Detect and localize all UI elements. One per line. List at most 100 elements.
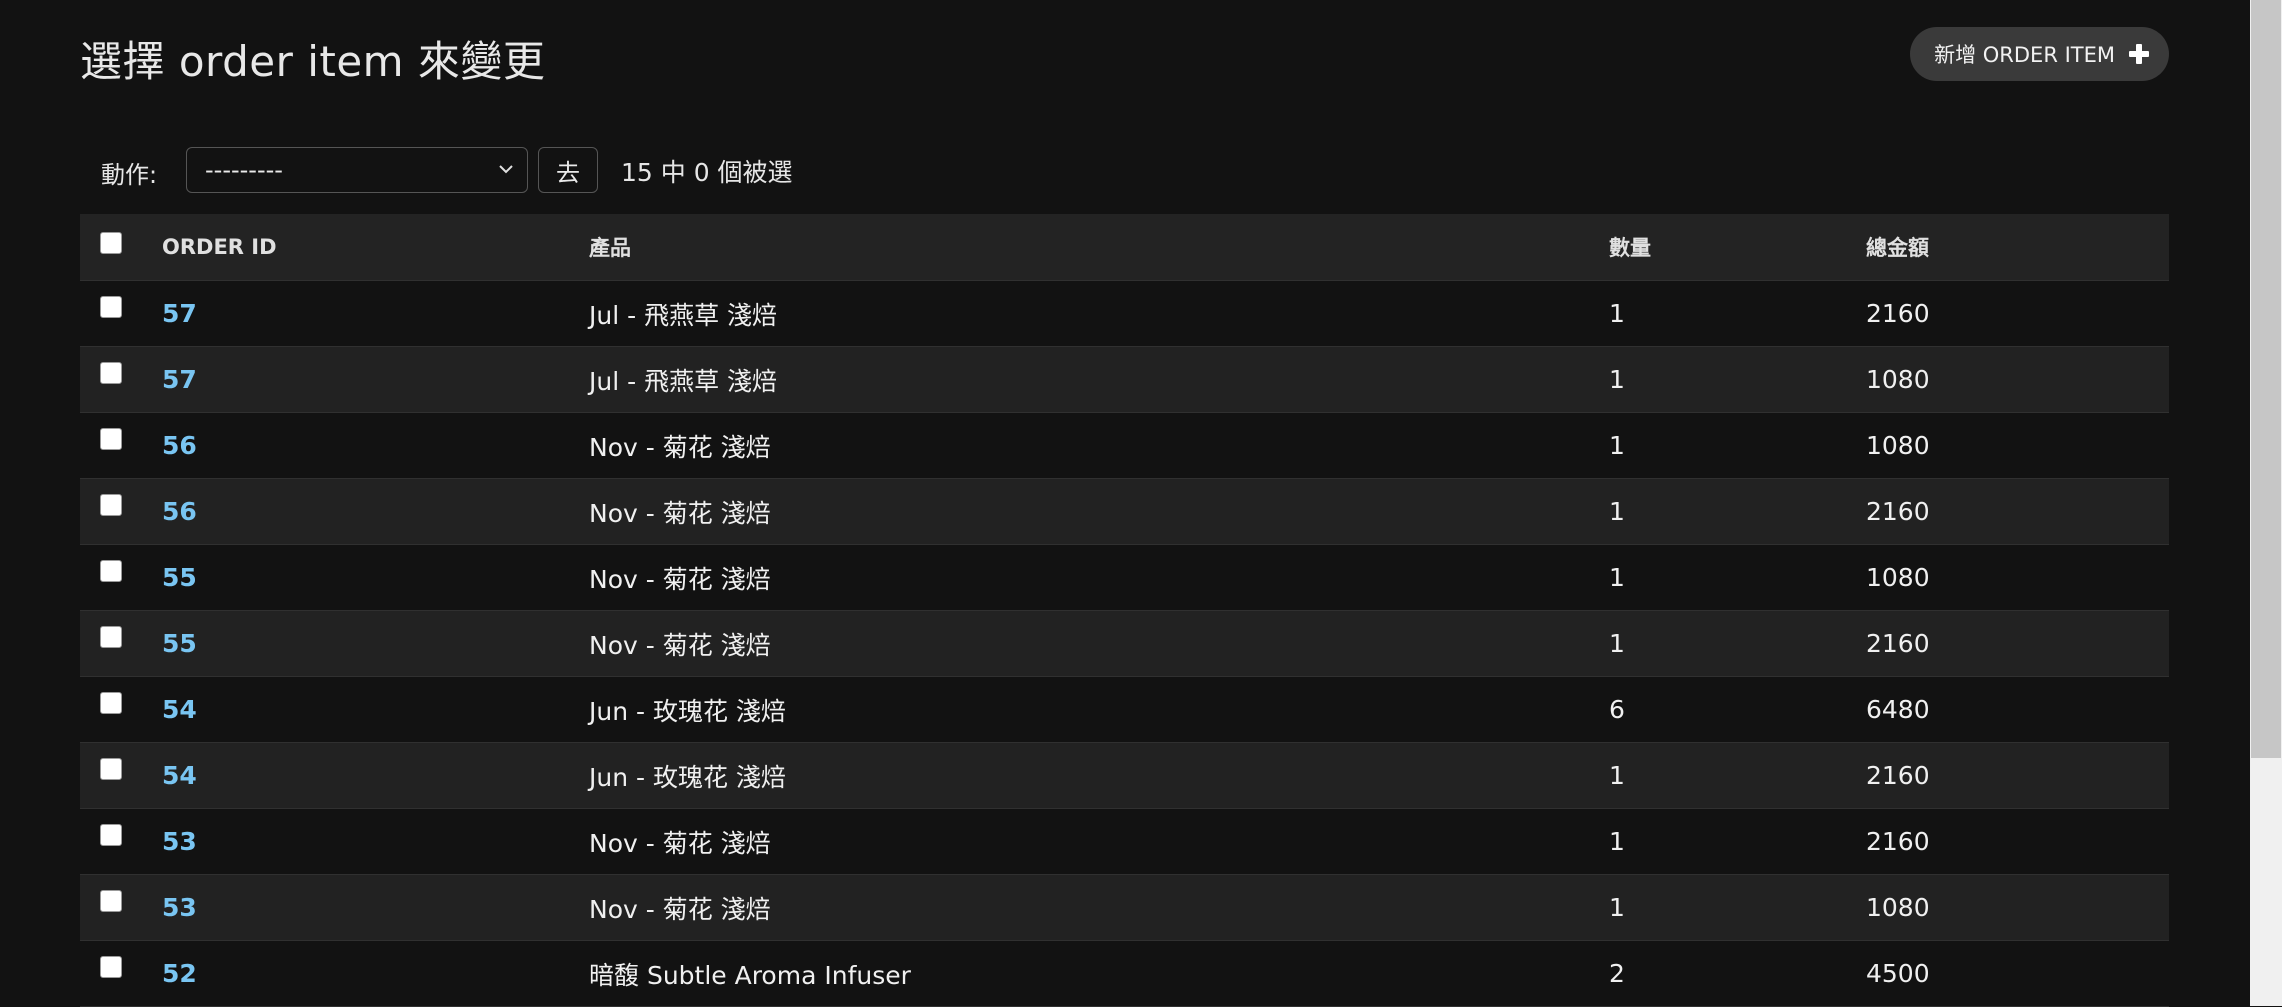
row-select-cell [80, 280, 162, 347]
table-row: 55 Nov - 菊花 淺焙 1 1080 [80, 544, 2169, 611]
total-cell: 2160 [1866, 280, 2169, 347]
action-select-value: --------- [205, 156, 283, 184]
quantity-cell: 1 [1609, 808, 1866, 875]
order-id-link[interactable]: 55 [162, 629, 197, 658]
total-cell: 2160 [1866, 478, 2169, 545]
product-cell: Jul - 飛燕草 淺焙 [589, 280, 1609, 347]
row-select-checkbox[interactable] [100, 956, 122, 978]
row-select-cell [80, 412, 162, 479]
quantity-cell: 1 [1609, 346, 1866, 413]
order-id-link[interactable]: 52 [162, 959, 197, 988]
row-select-checkbox[interactable] [100, 626, 122, 648]
results-table: ORDER ID 產品 數量 總金額 57 Jul - 飛燕草 淺焙 1 2160 57… [80, 214, 2169, 1007]
selection-counter: 15 中 0 個被選 [621, 158, 793, 187]
total-cell: 1080 [1866, 544, 2169, 611]
add-order-item-button[interactable]: 新增 ORDER ITEM [1910, 27, 2169, 81]
order-id-link[interactable]: 57 [162, 365, 197, 394]
go-button[interactable]: 去 [538, 147, 598, 193]
total-cell: 6480 [1866, 676, 2169, 743]
chevron-down-icon [499, 165, 513, 174]
page-title: 選擇 order item 來變更 [80, 37, 546, 86]
row-select-cell [80, 742, 162, 809]
table-row: 52 暗馥 Subtle Aroma Infuser 2 4500 [80, 940, 2169, 1007]
row-select-cell [80, 544, 162, 611]
column-header-order-id[interactable]: ORDER ID [162, 214, 589, 281]
row-select-checkbox[interactable] [100, 428, 122, 450]
row-select-checkbox[interactable] [100, 494, 122, 516]
table-row: 54 Jun - 玫瑰花 淺焙 1 2160 [80, 742, 2169, 809]
action-select[interactable]: --------- [186, 147, 528, 193]
plus-icon [2129, 44, 2149, 64]
quantity-cell: 1 [1609, 544, 1866, 611]
total-cell: 2160 [1866, 742, 2169, 809]
order-id-cell: 56 [162, 412, 589, 479]
quantity-cell: 1 [1609, 742, 1866, 809]
total-cell: 1080 [1866, 346, 2169, 413]
quantity-cell: 1 [1609, 412, 1866, 479]
add-order-item-label: 新增 ORDER ITEM [1934, 43, 2115, 67]
column-header-total[interactable]: 總金額 [1866, 214, 2169, 281]
row-select-checkbox[interactable] [100, 362, 122, 384]
column-header-product[interactable]: 產品 [589, 214, 1609, 281]
quantity-cell: 1 [1609, 280, 1866, 347]
product-cell: 暗馥 Subtle Aroma Infuser [589, 940, 1609, 1007]
order-id-link[interactable]: 54 [162, 761, 197, 790]
product-cell: Jun - 玫瑰花 淺焙 [589, 742, 1609, 809]
order-id-cell: 57 [162, 346, 589, 413]
product-cell: Nov - 菊花 淺焙 [589, 412, 1609, 479]
order-id-link[interactable]: 57 [162, 299, 197, 328]
product-cell: Jul - 飛燕草 淺焙 [589, 346, 1609, 413]
content-area: 選擇 order item 來變更 新增 ORDER ITEM 動作: ----… [80, 0, 2169, 214]
row-select-cell [80, 346, 162, 413]
order-id-cell: 57 [162, 280, 589, 347]
column-header-quantity[interactable]: 數量 [1609, 214, 1866, 281]
row-select-checkbox[interactable] [100, 296, 122, 318]
table-row: 53 Nov - 菊花 淺焙 1 1080 [80, 874, 2169, 941]
row-select-cell [80, 874, 162, 941]
table-header-row: ORDER ID 產品 數量 總金額 [80, 214, 2169, 281]
total-cell: 1080 [1866, 874, 2169, 941]
table-row: 57 Jul - 飛燕草 淺焙 1 2160 [80, 280, 2169, 347]
total-cell: 2160 [1866, 808, 2169, 875]
quantity-cell: 1 [1609, 874, 1866, 941]
row-select-checkbox[interactable] [100, 560, 122, 582]
product-cell: Nov - 菊花 淺焙 [589, 808, 1609, 875]
row-select-cell [80, 610, 162, 677]
order-id-link[interactable]: 55 [162, 563, 197, 592]
order-id-link[interactable]: 53 [162, 827, 197, 856]
page-header: 選擇 order item 來變更 新增 ORDER ITEM [80, 0, 2169, 120]
quantity-cell: 2 [1609, 940, 1866, 1007]
order-id-link[interactable]: 56 [162, 497, 197, 526]
row-select-checkbox[interactable] [100, 890, 122, 912]
table-row: 54 Jun - 玫瑰花 淺焙 6 6480 [80, 676, 2169, 743]
scrollbar-thumb[interactable] [2251, 0, 2281, 758]
order-id-link[interactable]: 53 [162, 893, 197, 922]
select-all-cell [80, 214, 162, 281]
row-select-checkbox[interactable] [100, 692, 122, 714]
order-id-link[interactable]: 56 [162, 431, 197, 460]
table-row: 53 Nov - 菊花 淺焙 1 2160 [80, 808, 2169, 875]
total-cell: 4500 [1866, 940, 2169, 1007]
order-id-cell: 53 [162, 874, 589, 941]
product-cell: Nov - 菊花 淺焙 [589, 478, 1609, 545]
product-cell: Nov - 菊花 淺焙 [589, 544, 1609, 611]
table-body: 57 Jul - 飛燕草 淺焙 1 2160 57 Jul - 飛燕草 淺焙 1 1080 56… [80, 280, 2169, 1007]
actions-label: 動作: [101, 161, 158, 189]
row-select-checkbox[interactable] [100, 824, 122, 846]
actions-bar: 動作: --------- 去 15 中 0 個被選 [80, 120, 2169, 214]
table-row: 56 Nov - 菊花 淺焙 1 2160 [80, 478, 2169, 545]
quantity-cell: 6 [1609, 676, 1866, 743]
select-all-checkbox[interactable] [100, 231, 122, 254]
row-select-checkbox[interactable] [100, 758, 122, 780]
row-select-cell [80, 808, 162, 875]
order-id-cell: 52 [162, 940, 589, 1007]
row-select-cell [80, 676, 162, 743]
order-id-cell: 53 [162, 808, 589, 875]
total-cell: 1080 [1866, 412, 2169, 479]
quantity-cell: 1 [1609, 478, 1866, 545]
order-id-link[interactable]: 54 [162, 695, 197, 724]
order-id-cell: 54 [162, 676, 589, 743]
order-id-cell: 54 [162, 742, 589, 809]
order-id-cell: 55 [162, 544, 589, 611]
quantity-cell: 1 [1609, 610, 1866, 677]
